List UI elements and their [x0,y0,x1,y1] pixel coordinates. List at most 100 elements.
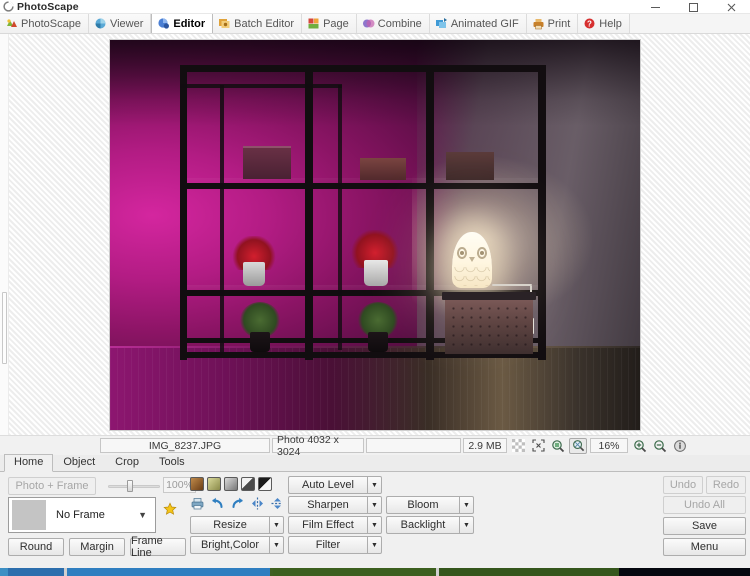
os-taskbar-strip[interactable] [0,568,750,576]
redo-button[interactable]: Redo [706,476,746,494]
save-button[interactable]: Save [663,517,746,535]
bloom-button[interactable]: Bloom [386,496,459,514]
undo-all-button[interactable]: Undo All [663,496,746,514]
backlight-button[interactable]: Backlight [386,516,459,534]
resize-dropdown-icon[interactable]: ▼ [269,516,284,534]
zoom-level-field[interactable]: 16% [590,438,628,453]
flip-vertical-icon[interactable] [270,496,285,511]
maximize-button[interactable] [674,0,712,14]
module-tab-editor[interactable]: Editor [151,14,214,33]
frame-opacity-slider[interactable] [108,480,160,492]
svg-text:?: ? [587,20,592,29]
tab-tools[interactable]: Tools [149,454,195,471]
taskbar-segment-7[interactable] [619,568,750,576]
zoom-out-icon[interactable] [651,438,669,454]
module-tab-label: Page [323,17,349,30]
undo-button[interactable]: Undo [663,476,703,494]
backlight-dropdown-icon[interactable]: ▼ [459,516,474,534]
photoscape-icon [5,17,18,30]
zoom-actual-icon[interactable] [569,437,587,454]
status-filename: IMG_8237.JPG [100,438,270,453]
fit-screen-icon[interactable] [529,438,547,454]
editor-tab-bar[interactable]: Home Object Crop Tools [0,454,750,472]
editor-toolbar: Photo + Frame 100% No Frame ▼ Round Marg… [0,472,750,576]
frame-line-button[interactable]: Frame Line [130,535,186,559]
filter-dropdown-icon[interactable]: ▼ [367,536,382,554]
frame-select-combo[interactable]: No Frame ▼ [8,497,156,533]
photo-plus-frame-button[interactable]: Photo + Frame [8,477,96,495]
module-tab-batch-editor[interactable]: Batch Editor [213,14,303,33]
module-tab-viewer[interactable]: Viewer [88,14,152,33]
module-tab-bar[interactable]: PhotoScape Viewer Editor Batch Editor Pa… [0,14,750,34]
close-button[interactable] [712,0,750,14]
crate-dot-pattern [449,304,529,350]
bevel-brown-swatch[interactable] [190,477,204,491]
status-filesize: 2.9 MB [463,438,507,453]
photo-floor [110,348,640,430]
photo-preview[interactable] [110,40,640,430]
filter-split-button: Filter ▼ [288,536,382,554]
owl-feather-pattern [453,266,491,286]
bright-color-button[interactable]: Bright,Color [190,536,269,554]
batch-editor-icon [218,17,231,30]
shelf-rail-2 [180,183,546,189]
film-effect-dropdown-icon[interactable]: ▼ [367,516,382,534]
tab-crop[interactable]: Crop [105,454,149,471]
taskbar-segment-3[interactable] [67,568,270,576]
round-button[interactable]: Round [8,538,64,556]
star-icon[interactable] [163,502,177,516]
undo-arrow-icon[interactable] [210,496,225,511]
scrollbar-thumb[interactable] [2,292,7,364]
zoom-in-icon[interactable] [631,438,649,454]
module-tab-label: Help [599,17,622,30]
print-icon [532,17,545,30]
bloom-split-button: Bloom ▼ [386,496,474,514]
module-tab-print[interactable]: Print [526,14,579,33]
auto-level-dropdown-icon[interactable]: ▼ [367,476,382,494]
window-title: PhotoScape [17,0,79,13]
flip-horizontal-icon[interactable] [250,496,265,511]
module-tab-animated-gif[interactable]: Animated GIF [429,14,527,33]
module-tab-photoscape[interactable]: PhotoScape [0,14,89,33]
transparency-checker-icon[interactable] [509,438,527,454]
sharpen-dropdown-icon[interactable]: ▼ [367,496,382,514]
viewer-icon [94,17,107,30]
minimize-button[interactable] [636,0,674,14]
info-icon[interactable] [671,438,689,454]
photo-top-shadow [110,40,640,126]
page-icon [307,17,320,30]
menu-button[interactable]: Menu [663,538,746,556]
bloom-dropdown-icon[interactable]: ▼ [459,496,474,514]
module-tab-help[interactable]: ? Help [578,14,630,33]
auto-level-button[interactable]: Auto Level [288,476,367,494]
resize-split-button: Resize ▼ [190,516,284,534]
bevel-contrast-swatch[interactable] [258,477,272,491]
print-icon[interactable] [190,496,205,511]
shelf-post-4 [538,65,546,360]
bevel-gray-swatch[interactable] [224,477,238,491]
module-tab-combine[interactable]: Combine [356,14,430,33]
photo-green-pot-center [368,332,388,352]
status-extra [366,438,461,453]
redo-arrow-icon[interactable] [230,496,245,511]
film-effect-button[interactable]: Film Effect [288,516,367,534]
bevel-khaki-swatch[interactable] [207,477,221,491]
resize-button[interactable]: Resize [190,516,269,534]
filter-button[interactable]: Filter [288,536,367,554]
vertical-scrollbar[interactable] [0,34,9,435]
bright-color-dropdown-icon[interactable]: ▼ [269,536,284,554]
taskbar-segment-6[interactable] [439,568,619,576]
slider-knob[interactable] [127,480,133,492]
zoom-fit-icon[interactable] [549,438,567,454]
chevron-down-icon[interactable]: ▼ [138,510,147,520]
tab-home[interactable]: Home [4,454,54,472]
sharpen-button[interactable]: Sharpen [288,496,367,514]
status-dimensions: Photo 4032 x 3024 [272,434,364,458]
taskbar-segment-2[interactable] [8,568,64,576]
margin-button[interactable]: Margin [69,538,125,556]
taskbar-segment-1[interactable] [0,568,8,576]
module-tab-page[interactable]: Page [302,14,357,33]
bevel-diagonal-swatch[interactable] [241,477,255,491]
tab-object[interactable]: Object [53,454,105,471]
taskbar-segment-5[interactable] [273,568,436,576]
